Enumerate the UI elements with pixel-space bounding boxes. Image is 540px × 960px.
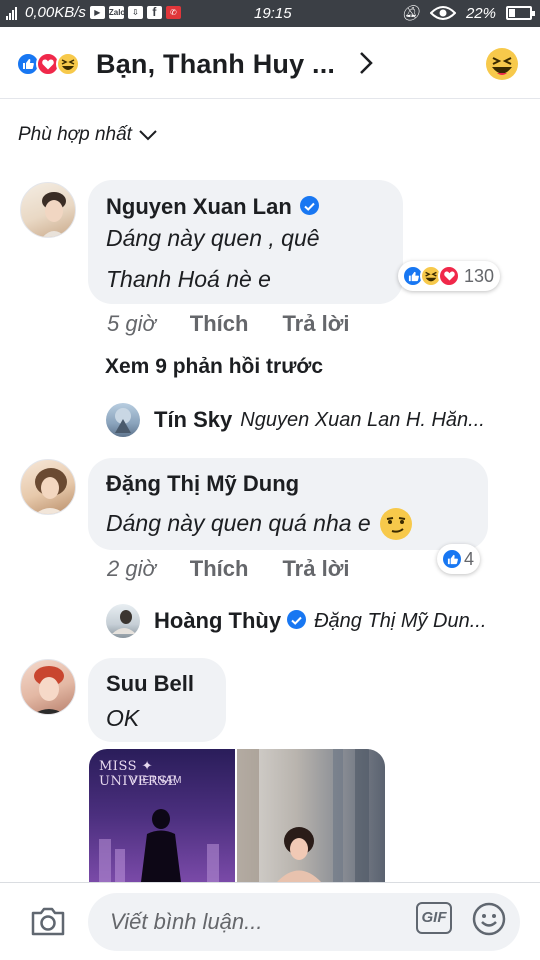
network-speed: 0,00KB/s (25, 4, 86, 21)
reply-text: Nguyen Xuan Lan H. Hăn... (240, 408, 485, 431)
avatar[interactable] (20, 459, 76, 515)
phone-icon: ✆ (165, 6, 181, 19)
comment-author[interactable]: Suu Bell (106, 671, 194, 697)
comment-time: 2 giờ (107, 556, 156, 581)
reaction-count[interactable]: 4 (437, 544, 481, 574)
signal-icon (6, 6, 17, 20)
youtube-icon: ▶ (89, 6, 105, 19)
clock: 19:15 (254, 5, 292, 22)
avatar[interactable] (20, 182, 76, 238)
avatar (106, 403, 140, 437)
camera-icon[interactable] (30, 905, 66, 937)
status-bar: 0,00KB/s ▶ Zalo ⇩ f ✆ 19:15 🔕︎ 22% (0, 0, 540, 27)
comment-actions: 2 giờ Thích Trả lời (107, 556, 349, 582)
comment-time: 5 giờ (107, 311, 156, 336)
comment-bubble[interactable]: Suu Bell OK (88, 658, 226, 742)
sort-dropdown[interactable]: Phù hợp nhất (18, 124, 158, 146)
haha-icon (56, 52, 80, 76)
reply-preview[interactable]: Tín Sky Nguyen Xuan Lan H. Hăn... (106, 403, 485, 437)
eye-icon (429, 6, 456, 20)
mute-icon: 🔕︎ (400, 5, 420, 22)
sort-label: Phù hợp nhất (18, 124, 132, 145)
person-image (237, 749, 369, 882)
download-icon: ⇩ (127, 6, 143, 19)
love-icon (438, 265, 460, 287)
reactors-title: Bạn, Thanh Huy ... (96, 49, 336, 79)
gif-button[interactable]: GIF (416, 902, 452, 934)
reaction-icons (16, 52, 80, 76)
see-previous-replies[interactable]: Xem 9 phản hồi trước (105, 355, 323, 379)
facebook-icon: f (146, 6, 162, 19)
comment-input[interactable]: Viết bình luận... (88, 893, 520, 951)
comment-text: Dáng này quen quá nha e (106, 503, 413, 544)
comment-text: OK (106, 705, 140, 731)
comment-composer: Viết bình luận... GIF (0, 882, 540, 960)
comment-bubble[interactable]: Đặng Thị Mỹ Dung Dáng này quen quá nha e (88, 458, 488, 550)
comment-author[interactable]: Nguyen Xuan Lan (106, 194, 319, 220)
reply-button[interactable]: Trả lời (282, 311, 349, 337)
emoji-icon[interactable] (472, 902, 506, 936)
photo-person[interactable] (237, 749, 385, 882)
like-icon (441, 548, 463, 570)
silhouette-image (99, 809, 219, 882)
comment-text: Dáng này quen , quê Thanh Hoá nè e (106, 225, 320, 292)
comment-photos[interactable]: MISS ✦ UNIVERSE VIETNAM (89, 749, 385, 882)
like-button[interactable]: Thích (190, 311, 249, 337)
like-button[interactable]: Thích (190, 556, 249, 582)
reaction-count-label: 4 (464, 548, 475, 569)
verified-badge-icon (299, 196, 319, 215)
chevron-right-icon[interactable] (352, 49, 380, 77)
photo-miss-universe[interactable]: MISS ✦ UNIVERSE VIETNAM (89, 749, 235, 882)
comment-actions: 5 giờ Thích Trả lời (107, 311, 349, 337)
reply-author[interactable]: Tín Sky (154, 407, 232, 433)
avatar (106, 604, 140, 638)
reply-author[interactable]: Hoàng Thùy (154, 608, 307, 634)
haha-reaction-button[interactable] (486, 48, 518, 80)
battery-icon (506, 6, 535, 20)
reply-text: Đặng Thị Mỹ Dun... (314, 609, 487, 632)
verified-badge-icon (287, 610, 307, 629)
smirk-emoji-icon (379, 507, 412, 540)
reply-button[interactable]: Trả lời (282, 556, 349, 582)
comment-bubble[interactable]: Nguyen Xuan Lan Dáng này quen , quê Than… (88, 180, 403, 304)
reaction-count-label: 130 (464, 265, 495, 286)
reactions-header[interactable]: Bạn, Thanh Huy ... (0, 27, 540, 99)
battery-percent: 22% (465, 4, 496, 22)
comment-author[interactable]: Đặng Thị Mỹ Dung (106, 471, 299, 497)
avatar[interactable] (20, 659, 76, 715)
zalo-icon: Zalo (108, 6, 126, 19)
chevron-down-icon (139, 130, 157, 141)
reply-preview[interactable]: Hoàng Thùy Đặng Thị Mỹ Dun... (106, 604, 486, 638)
reaction-count[interactable]: 130 (398, 261, 501, 291)
comment-input-placeholder: Viết bình luận... (110, 909, 263, 934)
